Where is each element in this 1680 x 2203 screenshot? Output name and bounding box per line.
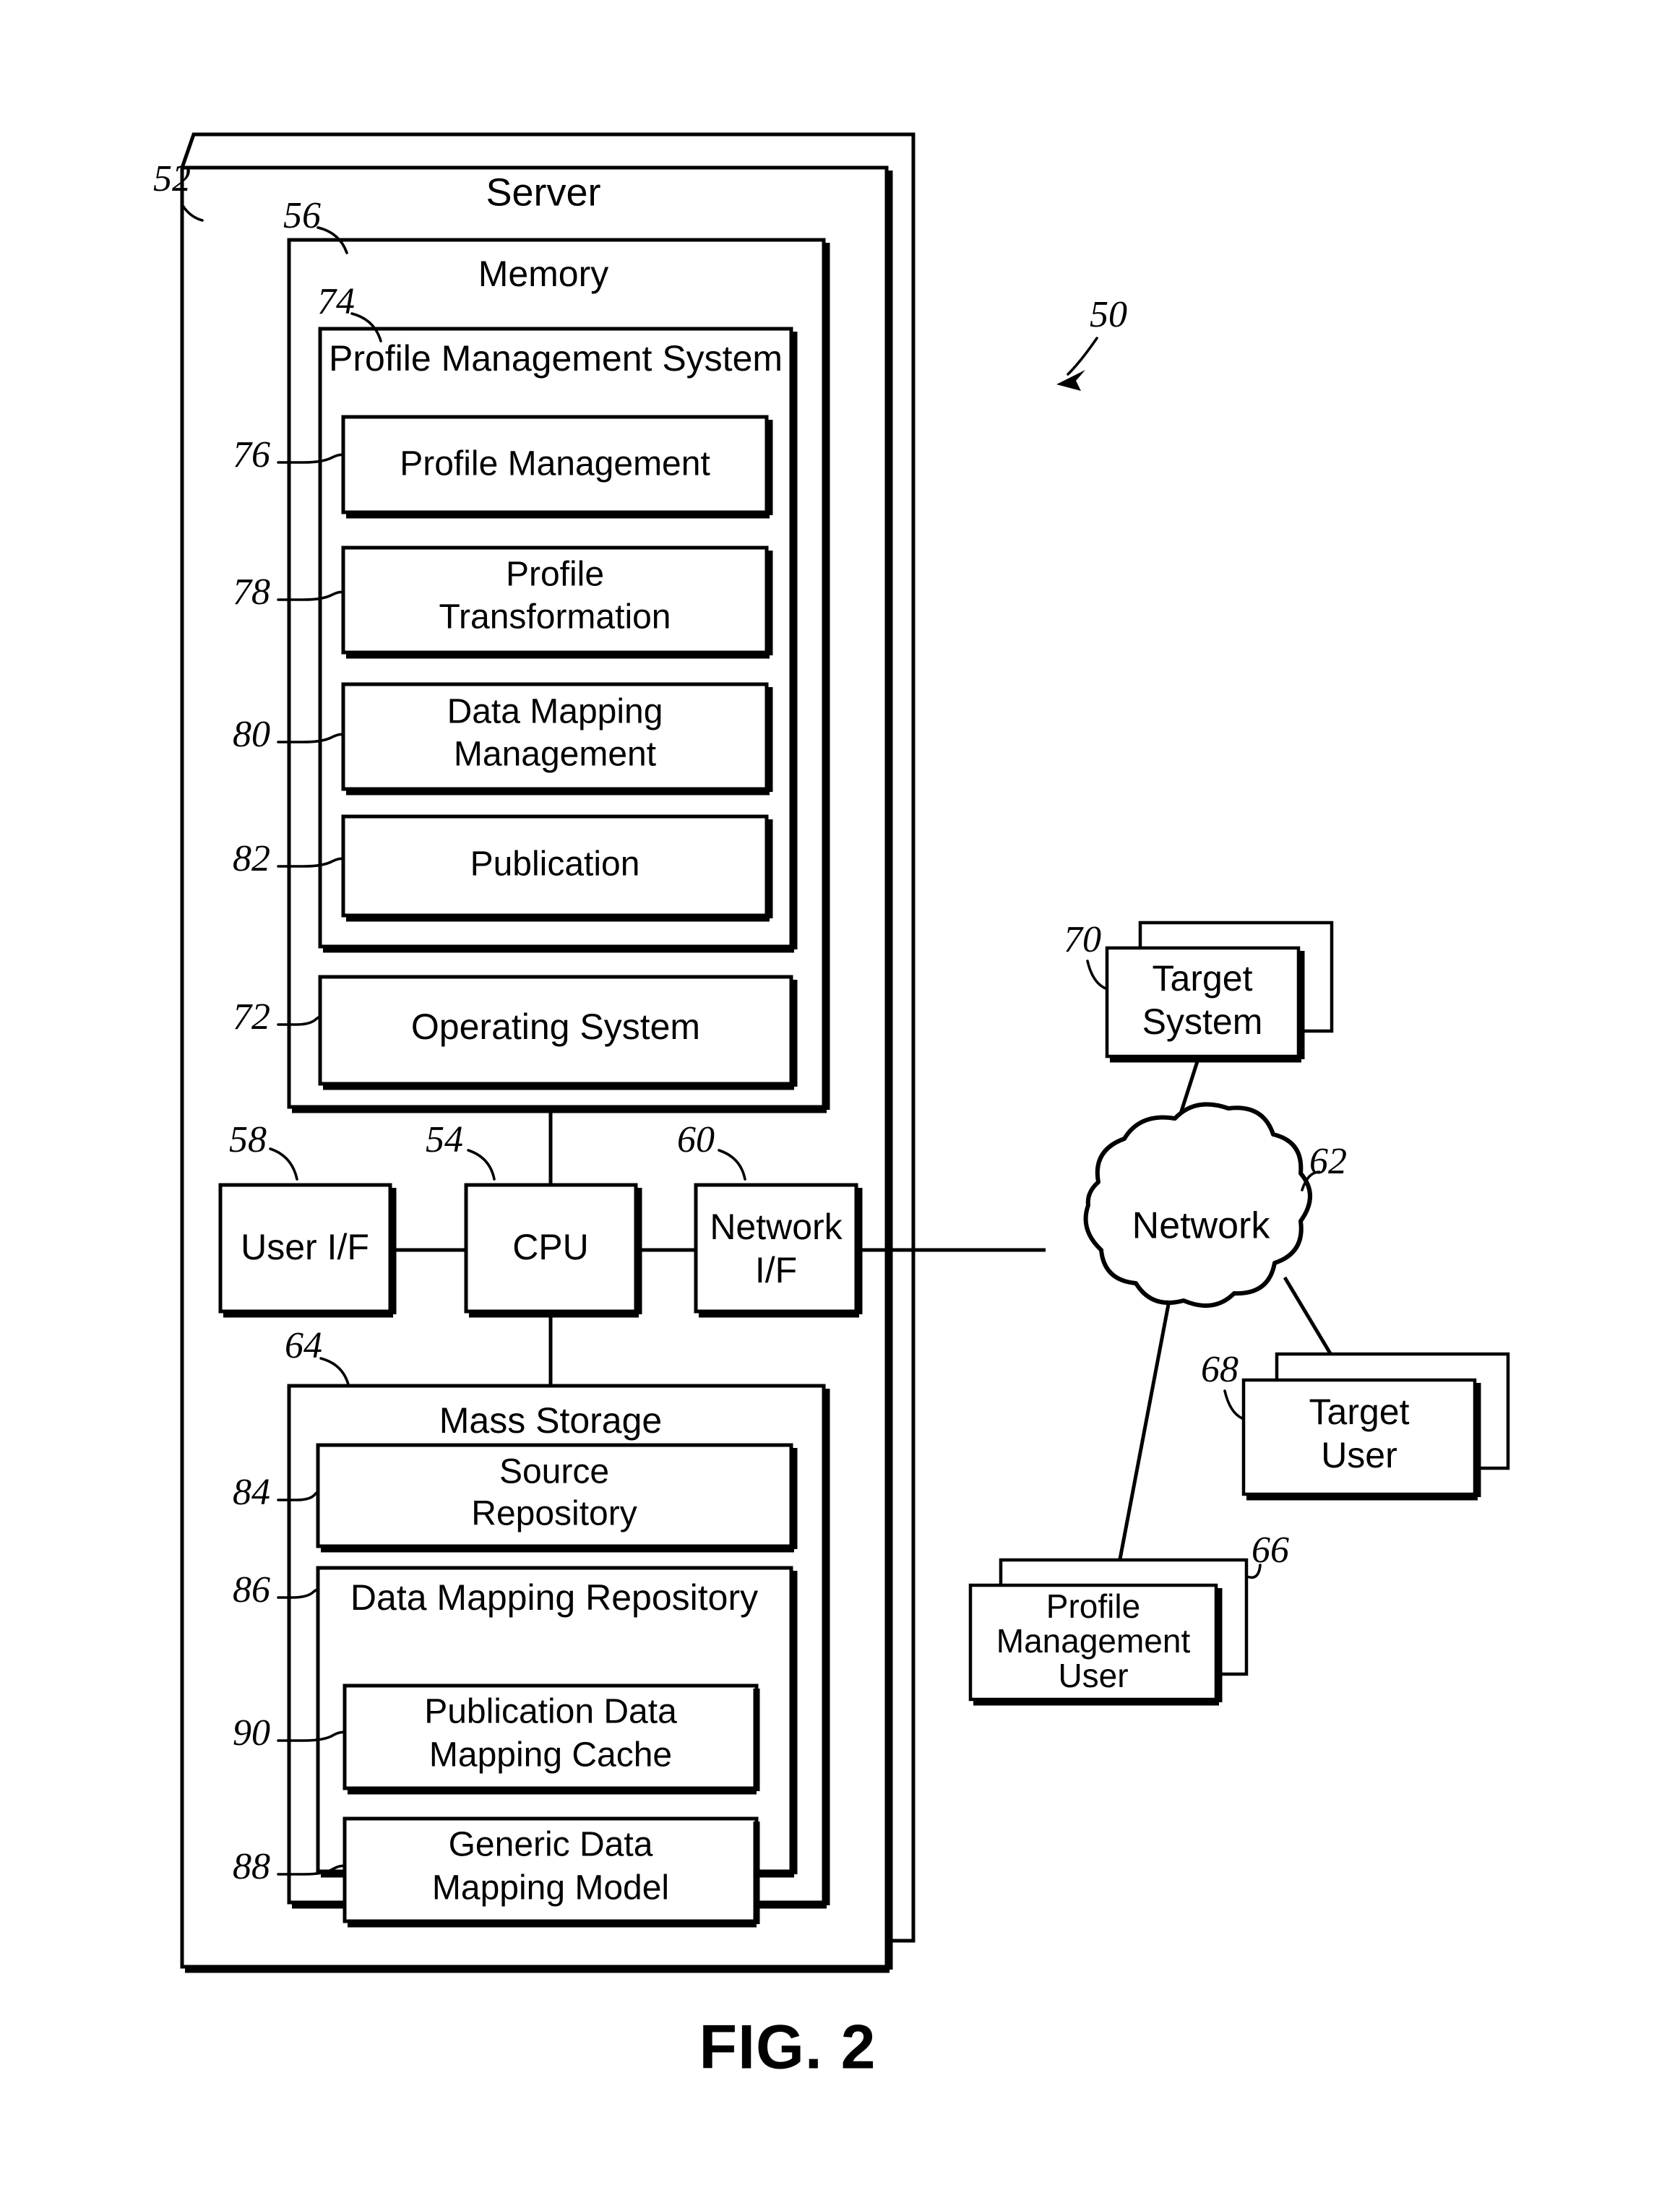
ref-66: 66 xyxy=(1252,1530,1289,1571)
network-label: Network xyxy=(1132,1205,1271,1247)
patent-figure: Server 52 Memory 56 Profile Management S… xyxy=(0,0,1680,2203)
ref-68: 68 xyxy=(1201,1349,1239,1390)
target-system-line2: System xyxy=(1142,1001,1263,1042)
ref-82: 82 xyxy=(233,838,270,879)
source-repository-line1: Source xyxy=(499,1453,609,1491)
ref-64: 64 xyxy=(285,1325,322,1366)
ref-76: 76 xyxy=(233,434,270,475)
operating-system-label: Operating System xyxy=(411,1006,700,1047)
ref-80: 80 xyxy=(233,714,270,755)
ref-78: 78 xyxy=(233,572,270,613)
ref-90: 90 xyxy=(233,1712,270,1754)
memory-title: Memory xyxy=(478,254,609,294)
server-title: Server xyxy=(486,171,600,214)
ref-84: 84 xyxy=(233,1472,270,1513)
figure-canvas: Server 52 Memory 56 Profile Management S… xyxy=(153,132,1510,2082)
profile-management-user-line3: User xyxy=(1058,1657,1128,1694)
network-if-label-line1: Network xyxy=(710,1207,843,1247)
ref-72: 72 xyxy=(233,996,270,1038)
generic-data-mapping-model-line1: Generic Data xyxy=(449,1826,653,1864)
mass-storage-title: Mass Storage xyxy=(439,1400,662,1441)
ref-88: 88 xyxy=(233,1846,270,1887)
data-mapping-repository-title: Data Mapping Repository xyxy=(350,1577,758,1618)
profile-management-user-line1: Profile xyxy=(1046,1587,1140,1625)
ref-70: 70 xyxy=(1064,919,1101,960)
module-data-mapping-management-line1: Data Mapping xyxy=(447,693,663,731)
profile-management-user-line2: Management xyxy=(996,1622,1191,1660)
profile-management-system-title: Profile Management System xyxy=(329,338,783,379)
leader-70 xyxy=(1086,960,1107,990)
ref-74: 74 xyxy=(317,281,355,322)
network-if-label-line2: I/F xyxy=(755,1250,797,1290)
publication-data-mapping-cache-line1: Publication Data xyxy=(424,1693,677,1731)
ref-86: 86 xyxy=(233,1569,270,1611)
module-data-mapping-management-line2: Management xyxy=(454,736,656,774)
target-user-line2: User xyxy=(1321,1435,1397,1475)
leader-50-arrow-shaft xyxy=(1067,337,1098,376)
ref-54: 54 xyxy=(426,1119,463,1160)
ref-62: 62 xyxy=(1309,1141,1347,1182)
publication-data-mapping-cache-line2: Mapping Cache xyxy=(429,1736,672,1775)
ref-50: 50 xyxy=(1090,294,1127,335)
source-repository-line2: Repository xyxy=(471,1495,637,1533)
module-profile-transformation-line2: Transformation xyxy=(439,598,671,637)
ref-52: 52 xyxy=(153,158,191,199)
ref-60: 60 xyxy=(677,1119,715,1160)
cpu-label: CPU xyxy=(512,1227,589,1267)
ref-58: 58 xyxy=(229,1119,267,1160)
module-profile-transformation-line1: Profile xyxy=(506,556,604,594)
user-if-label: User I/F xyxy=(241,1227,369,1267)
ref-56: 56 xyxy=(283,195,321,236)
figure-caption: FIG. 2 xyxy=(699,2013,876,2082)
module-publication-label: Publication xyxy=(470,845,640,884)
module-profile-management-label: Profile Management xyxy=(400,445,710,483)
target-user-line1: Target xyxy=(1309,1392,1410,1432)
generic-data-mapping-model-line2: Mapping Model xyxy=(432,1869,669,1907)
leader-68 xyxy=(1223,1389,1244,1420)
target-system-line1: Target xyxy=(1153,958,1253,999)
